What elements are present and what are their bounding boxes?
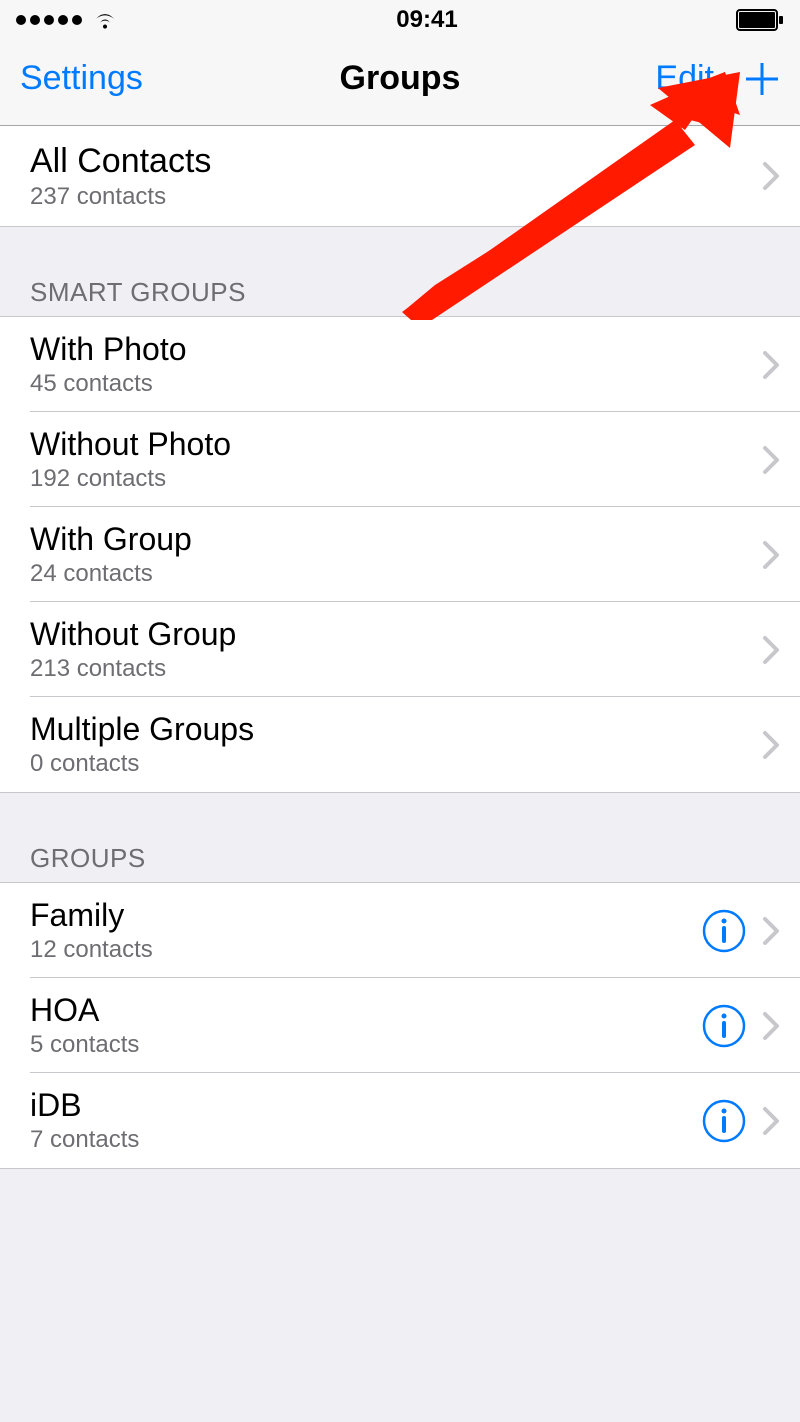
group-row[interactable]: HOA 5 contacts — [0, 978, 800, 1073]
edit-button[interactable]: Edit — [655, 59, 714, 98]
all-contacts-row[interactable]: All Contacts 237 contacts — [0, 126, 800, 226]
signal-strength-icon — [16, 15, 82, 25]
smart-group-row[interactable]: Without Group 213 contacts — [0, 602, 800, 697]
info-icon[interactable] — [702, 1004, 746, 1048]
battery-icon — [736, 9, 784, 31]
navigation-bar: Settings Groups Edit — [0, 40, 800, 126]
group-row[interactable]: iDB 7 contacts — [0, 1073, 800, 1168]
row-subtitle: 0 contacts — [30, 750, 254, 778]
section-header-smart-groups: SMART GROUPS — [0, 227, 800, 316]
chevron-right-icon — [762, 635, 780, 665]
row-title: Without Group — [30, 616, 236, 653]
row-title: With Photo — [30, 331, 187, 368]
row-subtitle: 192 contacts — [30, 465, 231, 493]
back-button[interactable]: Settings — [20, 59, 143, 98]
row-title: With Group — [30, 521, 192, 558]
group-row[interactable]: Family 12 contacts — [0, 883, 800, 978]
chevron-right-icon — [762, 1106, 780, 1136]
chevron-right-icon — [762, 916, 780, 946]
chevron-right-icon — [762, 350, 780, 380]
section-header-groups: GROUPS — [0, 793, 800, 882]
page-title: Groups — [340, 59, 461, 98]
row-subtitle: 5 contacts — [30, 1031, 139, 1059]
chevron-right-icon — [762, 540, 780, 570]
row-title: HOA — [30, 992, 139, 1029]
row-subtitle: 213 contacts — [30, 655, 236, 683]
info-icon[interactable] — [702, 909, 746, 953]
row-subtitle: 12 contacts — [30, 936, 153, 964]
row-subtitle: 45 contacts — [30, 370, 187, 398]
row-subtitle: 24 contacts — [30, 560, 192, 588]
wifi-icon — [92, 7, 118, 33]
chevron-right-icon — [762, 730, 780, 760]
smart-group-row[interactable]: With Photo 45 contacts — [0, 317, 800, 412]
row-title: Multiple Groups — [30, 711, 254, 748]
add-button[interactable] — [744, 61, 780, 97]
row-title: All Contacts — [30, 142, 211, 181]
smart-group-row[interactable]: Without Photo 192 contacts — [0, 412, 800, 507]
smart-group-row[interactable]: Multiple Groups 0 contacts — [0, 697, 800, 792]
chevron-right-icon — [762, 161, 780, 191]
row-title: iDB — [30, 1087, 139, 1124]
row-title: Family — [30, 897, 153, 934]
row-subtitle: 7 contacts — [30, 1126, 139, 1154]
chevron-right-icon — [762, 1011, 780, 1041]
status-bar: 09:41 — [0, 0, 800, 40]
row-title: Without Photo — [30, 426, 231, 463]
chevron-right-icon — [762, 445, 780, 475]
smart-group-row[interactable]: With Group 24 contacts — [0, 507, 800, 602]
row-subtitle: 237 contacts — [30, 183, 211, 211]
status-time: 09:41 — [396, 6, 457, 34]
info-icon[interactable] — [702, 1099, 746, 1143]
